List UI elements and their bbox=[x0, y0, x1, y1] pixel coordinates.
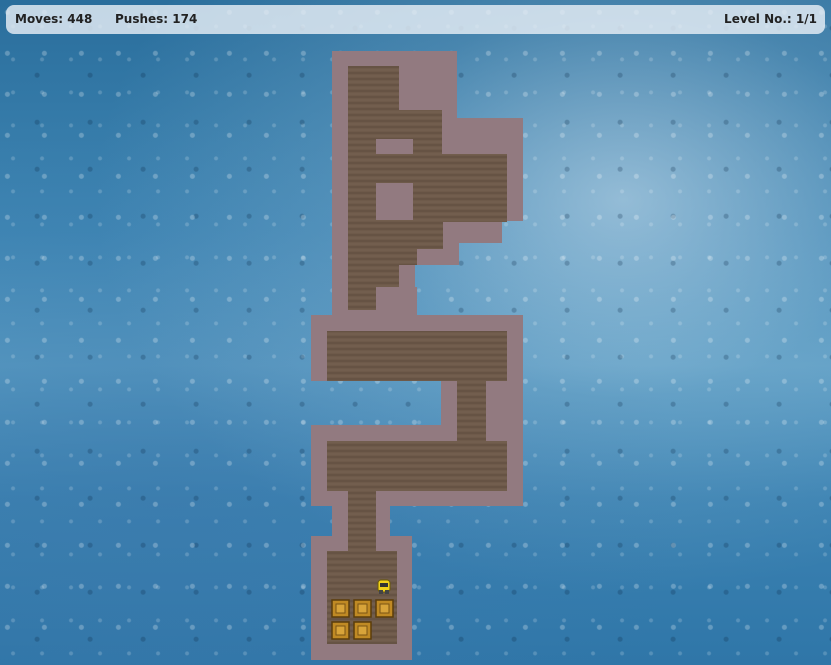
crate[interactable] bbox=[331, 621, 350, 640]
game-board[interactable] bbox=[0, 0, 831, 665]
crate[interactable] bbox=[353, 599, 372, 618]
crate[interactable] bbox=[331, 599, 350, 618]
player-robot-icon[interactable] bbox=[377, 579, 391, 594]
crate[interactable] bbox=[375, 599, 394, 618]
crate[interactable] bbox=[353, 621, 372, 640]
